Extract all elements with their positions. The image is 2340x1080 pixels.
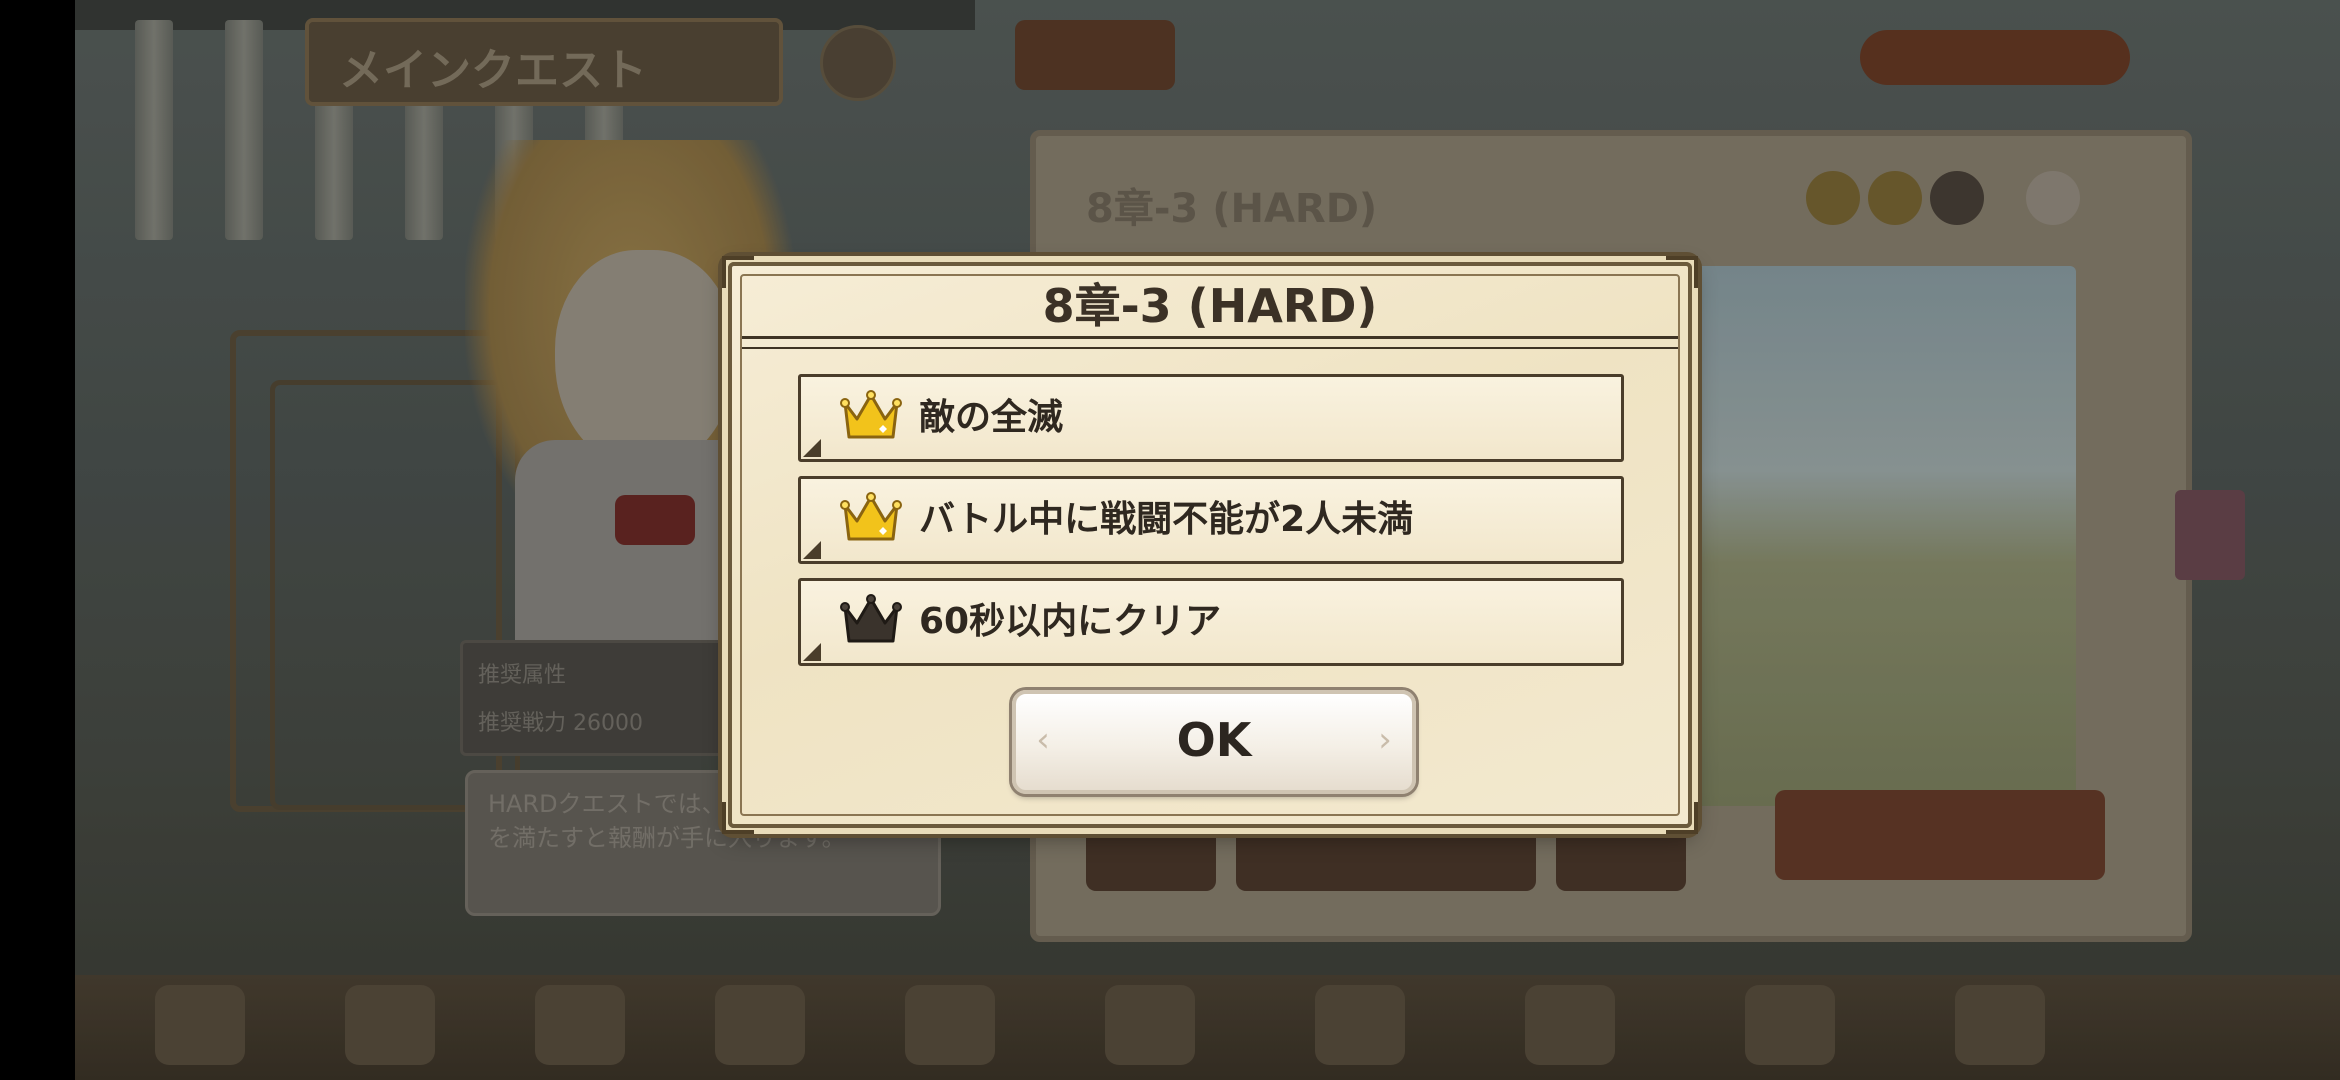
ok-button[interactable]: ‹ OK › [1012,690,1416,794]
mission-row: 60秒以内にクリア [798,578,1624,666]
gold-crown-icon [840,492,902,541]
row-notch [803,439,821,457]
mission-dialog: 8章-3 (HARD) 敵の全滅 バトル中に戦闘不能が2人未満 60秒以内にクリ… [722,256,1698,834]
row-notch [803,541,821,559]
mission-label: 敵の全滅 [919,397,1064,438]
mission-label: バトル中に戦闘不能が2人未満 [919,499,1414,540]
gold-crown-icon [840,390,902,439]
frame-corner [722,802,754,834]
mission-row: 敵の全滅 [798,374,1624,462]
dialog-title: 8章-3 (HARD) [1042,279,1378,333]
row-notch [803,643,821,661]
game-screen: メインクエスト 推奨属性 推奨戦力 26000 HARDクエストでは、ソードと盾… [0,0,2340,1080]
title-divider [742,336,1678,349]
ok-button-label: OK [1176,713,1252,767]
chevron-right-icon: › [1378,720,1392,760]
mission-label: 60秒以内にクリア [919,601,1222,642]
frame-corner [1666,802,1698,834]
mission-row: バトル中に戦闘不能が2人未満 [798,476,1624,564]
dark-crown-icon [840,594,902,643]
